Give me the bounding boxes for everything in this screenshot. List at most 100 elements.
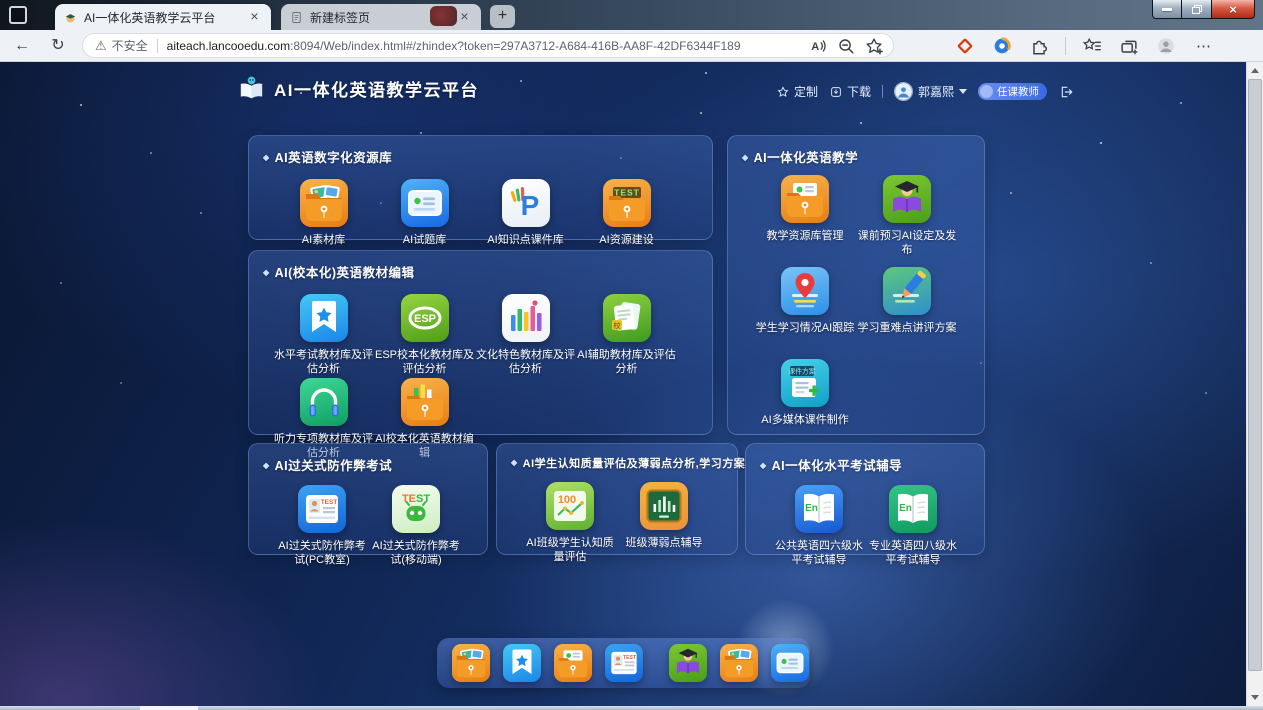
section-title: ◆AI学生认知质量评估及薄弱点分析,学习方案: [497, 444, 737, 471]
dock-item-ai-material-library[interactable]: [452, 644, 490, 682]
bookmark-star-icon: [503, 644, 541, 682]
extension-diamond-icon[interactable]: [954, 35, 976, 57]
app-ai-assisted-textbook-analysis[interactable]: 校AI辅助教材库及评估分析: [576, 294, 677, 378]
user-avatar: [894, 82, 913, 101]
dock-item-teaching-resource-management[interactable]: [554, 644, 592, 682]
diamond-bullet-icon: ◆: [263, 153, 270, 162]
url-path: :8094/Web/index.html#/zhindex?token=297A…: [290, 39, 740, 53]
svg-text:课件方案: 课件方案: [788, 367, 815, 376]
section-card-3: ◆AI一体化英语教学教学资源库管理课前预习AI设定及发布学生学习情况AI跟踪学习…: [727, 135, 985, 435]
tab-close-icon[interactable]: ×: [246, 9, 263, 26]
dock-item-ai-material-library-2[interactable]: [720, 644, 758, 682]
read-aloud-icon[interactable]: A: [807, 35, 829, 57]
app-ai-multimedia-courseware-making[interactable]: 课件方案 AI多媒体课件制作: [754, 359, 856, 451]
close-button[interactable]: ×: [1211, 0, 1255, 19]
section-card-4: ◆AI过关式防作弊考试TESTAI过关式防作弊考试(PC教室)TESTAI过关式…: [248, 443, 488, 555]
app-anti-cheat-exam-pc[interactable]: TESTAI过关式防作弊考试(PC教室): [275, 485, 369, 568]
dock-item-ai-question-bank[interactable]: [771, 644, 809, 682]
letter-p-icon: P: [502, 179, 550, 227]
extension-orb-icon[interactable]: [991, 35, 1013, 57]
app-key-difficult-points-review-plan[interactable]: 学习重难点讲评方案: [856, 267, 958, 359]
svg-text:En: En: [805, 503, 818, 514]
app-teaching-resource-management[interactable]: 教学资源库管理: [754, 175, 856, 267]
app-label: AI知识点课件库: [487, 233, 563, 247]
toolbar-divider: [1065, 37, 1066, 55]
dock-item-anti-cheat-exam-pc[interactable]: TEST: [605, 644, 643, 682]
profile-icon[interactable]: [1155, 35, 1177, 57]
user-name: 郭嘉熙: [918, 83, 954, 100]
security-label: 不安全: [112, 37, 148, 54]
app-ai-material-library[interactable]: AI素材库: [273, 179, 374, 247]
bookmark-star-icon: [300, 294, 348, 342]
scroll-down-icon[interactable]: [1247, 689, 1263, 706]
restore-button[interactable]: [1182, 0, 1211, 19]
security-chip[interactable]: ⚠ 不安全: [91, 37, 148, 54]
scrollbar-thumb[interactable]: [1248, 79, 1262, 671]
app-label: 学生学习情况AI跟踪: [756, 321, 854, 335]
zoom-out-icon[interactable]: [835, 35, 857, 57]
app-culture-textbook-analysis[interactable]: 文化特色教材库及评估分析: [475, 294, 576, 378]
role-badge[interactable]: 任课教师: [978, 83, 1047, 100]
svg-text:P: P: [520, 190, 539, 221]
app-tem-4-8-exam-coaching[interactable]: En专业英语四八级水平考试辅导: [866, 485, 960, 568]
user-menu[interactable]: 郭嘉熙: [894, 82, 967, 101]
section-title: ◆AI一体化英语教学: [728, 136, 984, 166]
address-bar[interactable]: ⚠ 不安全 aiteach.lancooedu.com:8094/Web/ind…: [82, 33, 894, 58]
favorites-bar-icon[interactable]: [1081, 35, 1103, 57]
app-level-exam-textbook-analysis[interactable]: 水平考试教材库及评估分析: [273, 294, 374, 378]
download-label: 下载: [847, 83, 871, 100]
app-label: 学习重难点讲评方案: [858, 321, 957, 335]
chip-divider: [157, 39, 158, 53]
add-favorite-icon[interactable]: [863, 35, 885, 57]
folder-photo-icon: [452, 644, 490, 682]
app-class-cognition-quality-assessment[interactable]: 100AI班级学生认知质量评估: [523, 482, 617, 565]
collections-icon[interactable]: [1118, 35, 1140, 57]
app-label: AI多媒体课件制作: [761, 413, 848, 427]
chevron-down-icon: [959, 89, 967, 94]
app-label: 水平考试教材库及评估分析: [274, 348, 374, 377]
app-student-learning-ai-tracking[interactable]: 学生学习情况AI跟踪: [754, 267, 856, 359]
card-icon: [401, 179, 449, 227]
section-card-6: ◆AI一体化水平考试辅导En公共英语四六级水平考试辅导En专业英语四八级水平考试…: [745, 443, 985, 555]
app-anti-cheat-exam-mobile[interactable]: TESTAI过关式防作弊考试(移动端): [369, 485, 463, 568]
tab-favicon: [63, 10, 78, 25]
tab-close-icon[interactable]: ×: [456, 9, 473, 26]
extensions-puzzle-icon[interactable]: [1028, 35, 1050, 57]
app-pre-class-preview-ai-publish[interactable]: 课前预习AI设定及发布: [856, 175, 958, 267]
app-ai-knowledge-courseware-library[interactable]: P AI知识点课件库: [475, 179, 576, 247]
platform-logo-icon: [238, 75, 265, 102]
vertical-scrollbar[interactable]: [1246, 62, 1263, 706]
app-esp-school-textbook-analysis[interactable]: ESPESP校本化教材库及评估分析: [374, 294, 475, 378]
logout-icon[interactable]: [1058, 84, 1074, 100]
dock-item-pre-class-preview[interactable]: [669, 644, 707, 682]
new-tab-button[interactable]: +: [490, 5, 515, 28]
bars-color-icon: [502, 294, 550, 342]
app-grid: 水平考试教材库及评估分析ESPESP校本化教材库及评估分析文化特色教材库及评估分…: [273, 294, 712, 462]
role-badge-dot: [980, 85, 993, 98]
app-class-weakness-coaching[interactable]: 班级薄弱点辅导: [617, 482, 711, 565]
customize-button[interactable]: 定制: [776, 83, 818, 100]
diamond-bullet-icon: ◆: [263, 461, 270, 470]
dock-item-level-exam-textbook[interactable]: [503, 644, 541, 682]
star-icon: [776, 85, 790, 99]
tab-ai-platform[interactable]: AI一体化英语教学云平台 ×: [55, 4, 271, 30]
scroll-up-icon[interactable]: [1247, 62, 1263, 79]
menu-dots-icon[interactable]: ⋯: [1196, 37, 1211, 55]
app-cet-4-6-exam-coaching[interactable]: En 公共英语四六级水平考试辅导: [772, 485, 866, 568]
diamond-bullet-icon: ◆: [742, 153, 749, 162]
header-divider: [882, 85, 883, 98]
folder-photo-icon: [300, 179, 348, 227]
download-button[interactable]: 下载: [829, 83, 871, 100]
app-ai-resource-construction[interactable]: TESTAI资源建设: [576, 179, 677, 247]
page-content: AI一体化英语教学云平台 定制 下载 郭嘉熙: [0, 62, 1246, 706]
extensions-row: ⋯: [954, 35, 1215, 57]
app-label: 公共英语四六级水平考试辅导: [772, 539, 866, 568]
app-label: 班级薄弱点辅导: [626, 536, 703, 550]
refresh-icon[interactable]: ↻: [44, 33, 72, 59]
minimize-button[interactable]: [1152, 0, 1182, 19]
download-icon: [829, 85, 843, 99]
back-icon[interactable]: ←: [8, 33, 36, 59]
score-100-icon: 100: [546, 482, 594, 530]
app-grid: En 公共英语四六级水平考试辅导En专业英语四八级水平考试辅导: [772, 485, 984, 568]
app-ai-question-bank[interactable]: AI试题库: [374, 179, 475, 247]
